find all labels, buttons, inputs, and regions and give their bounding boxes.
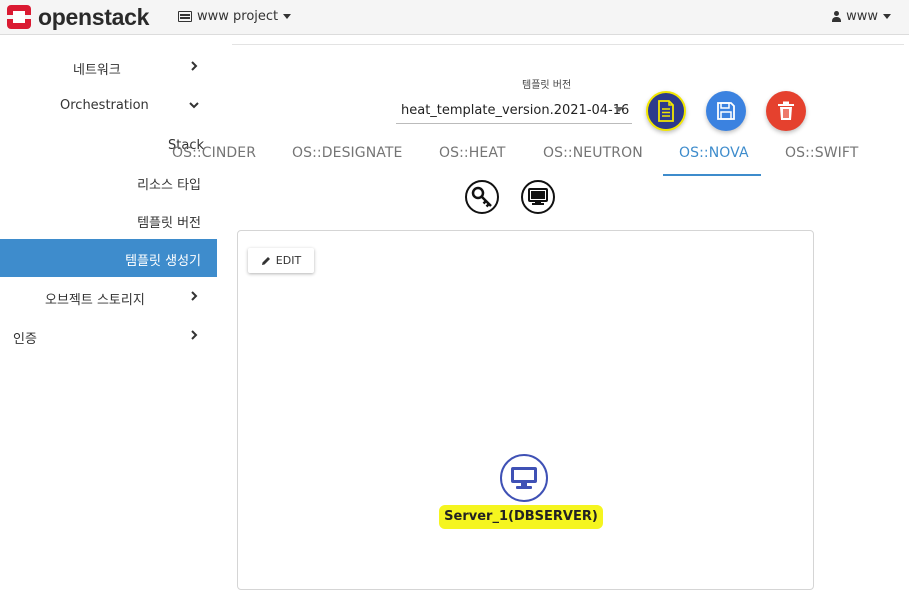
openstack-logo-icon [7,5,31,29]
chevron-down-icon [189,102,199,109]
sidebar-item-object-storage[interactable]: 오브젝트 스토리지 [0,278,217,316]
dropdown-arrow-icon [614,107,624,112]
tab-os-heat[interactable]: OS::HEAT [439,145,506,161]
tab-os-nova[interactable]: OS::NOVA [679,145,749,161]
tab-os-designate[interactable]: OS::DESIGNATE [292,145,403,161]
tab-os-neutron[interactable]: OS::NEUTRON [543,145,643,161]
delete-button[interactable] [766,91,806,131]
user-menu[interactable]: www [832,9,891,24]
document-icon [658,100,674,122]
sidebar-item-network[interactable]: 네트워크 [0,48,217,86]
tab-os-swift[interactable]: OS::SWIFT [785,145,858,161]
sidebar-item-label: 템플릿 버전 [137,216,201,231]
sidebar-item-label: Orchestration [60,98,149,113]
chevron-right-icon [191,61,198,71]
sidebar-item-resource-types[interactable]: 리소스 타입 [0,163,217,201]
view-template-button[interactable] [646,91,686,131]
sidebar-item-identity[interactable]: 인증 [0,317,217,355]
sidebar-item-template-versions[interactable]: 템플릿 버전 [0,201,217,239]
chevron-right-icon [191,330,198,340]
edit-label: EDIT [275,254,302,267]
caret-down-icon [883,14,891,19]
user-icon [832,11,842,22]
save-button[interactable] [706,91,746,131]
template-canvas[interactable] [237,230,814,590]
save-icon [717,102,735,120]
tab-os-cinder[interactable]: OS::CINDER [172,145,256,161]
content-divider [232,44,904,45]
template-version-select[interactable]: heat_template_version.2021-04-16 [396,96,632,124]
edit-button[interactable]: EDIT [248,248,314,273]
project-selector[interactable]: www project [178,9,292,24]
server-node[interactable] [500,454,548,502]
server-icon [528,188,548,205]
top-navbar: openstack www project www [0,0,909,35]
server-icon [511,467,537,489]
sidebar-item-label: 오브젝트 스토리지 [45,293,145,308]
keypair-resource-button[interactable] [465,180,499,214]
user-label: www [846,9,878,24]
caret-down-icon [283,14,292,19]
sidebar-item-template-generator[interactable]: 템플릿 생성기 [0,239,217,277]
sidebar-item-label: 리소스 타입 [137,178,201,193]
project-label: www project [197,9,279,24]
sidebar-item-orchestration[interactable]: Orchestration [0,87,217,125]
key-icon [471,186,492,208]
sidebar-item-label: 템플릿 생성기 [125,254,201,269]
chevron-right-icon [191,291,198,301]
template-version-label: 템플릿 버전 [522,80,572,91]
trash-icon [778,101,794,120]
template-version-value: heat_template_version.2021-04-16 [401,103,630,118]
pencil-icon [261,256,270,265]
sidebar-item-label: 인증 [13,332,37,347]
openstack-logo[interactable]: openstack [6,4,149,30]
active-tab-indicator [663,174,761,176]
server-resource-button[interactable] [521,180,555,214]
project-icon [178,11,192,22]
sidebar-item-label: 네트워크 [73,63,121,78]
logo-text: openstack [38,3,150,30]
server-node-label: Server_1(DBSERVER) [439,505,603,529]
